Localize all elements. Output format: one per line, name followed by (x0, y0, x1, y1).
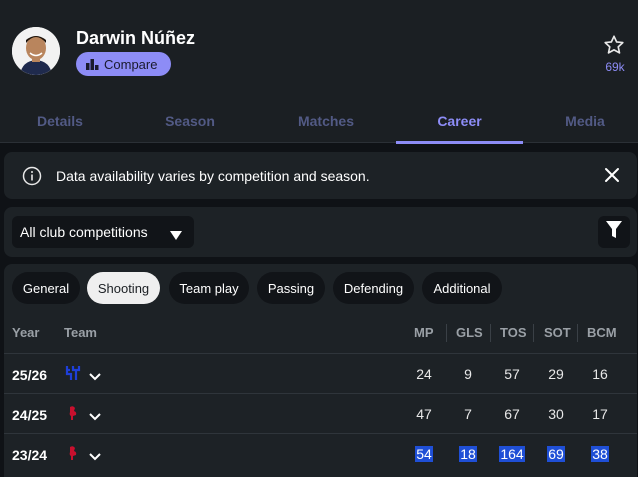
follower-count: 69k (605, 60, 625, 74)
cell-tos: 57 (504, 366, 520, 382)
tab-career[interactable]: Career (396, 98, 523, 144)
tab-media[interactable]: Media (540, 98, 630, 143)
star-icon[interactable] (603, 34, 625, 56)
caret-down-icon (170, 227, 182, 243)
compare-label: Compare (104, 56, 158, 72)
cell-value: 38 (591, 446, 609, 462)
header-bcm[interactable]: BCM (587, 325, 617, 340)
cell-sot: 30 (548, 406, 564, 422)
filter-icon (606, 220, 622, 244)
cell-tos: 164 (495, 446, 529, 462)
notice-text: Data availability varies by competition … (56, 168, 370, 184)
table-row[interactable]: 23/24 54 18 164 69 38 (4, 433, 637, 473)
data-availability-notice: Data availability varies by competition … (4, 152, 637, 199)
player-header: Darwin Núñez Compare 69k Details Season … (0, 0, 638, 144)
chevron-down-icon[interactable] (89, 368, 101, 386)
competition-select-value: All club competitions (20, 224, 148, 240)
stat-tab-defending[interactable]: Defending (333, 272, 414, 304)
cell-gls: 9 (464, 366, 472, 382)
cell-mp: 24 (416, 366, 432, 382)
close-icon[interactable] (604, 167, 620, 188)
cell-mp: 47 (416, 406, 432, 422)
filter-bar: All club competitions (4, 207, 637, 257)
cell-mp: 54 (407, 446, 441, 462)
row-year: 25/26 (12, 367, 48, 383)
table-header: Year Team MP GLS TOS SOT BCM (4, 322, 637, 344)
filter-button[interactable] (598, 216, 630, 248)
player-avatar (12, 27, 60, 75)
cell-value: 54 (415, 446, 433, 462)
liverpool-crest-icon (64, 444, 82, 462)
profile-tabs: Details Season Matches Career Media (0, 98, 638, 144)
competition-select[interactable]: All club competitions (12, 216, 194, 248)
row-year: 24/25 (12, 407, 48, 423)
cell-tos: 67 (504, 406, 520, 422)
compare-icon (86, 58, 99, 70)
cell-sot: 29 (548, 366, 564, 382)
header-sot[interactable]: SOT (544, 325, 571, 340)
header-team: Team (64, 325, 97, 340)
tab-season[interactable]: Season (130, 98, 250, 143)
tab-matches[interactable]: Matches (266, 98, 386, 143)
table-row[interactable]: 24/25 47 7 67 30 17 (4, 393, 637, 433)
table-row[interactable]: 25/26 24 9 57 29 16 (4, 353, 637, 393)
header-year: Year (12, 325, 40, 340)
column-divider (533, 324, 534, 342)
cell-gls: 18 (451, 446, 485, 462)
column-divider (446, 324, 447, 342)
liverpool-crest-icon (64, 404, 82, 422)
info-icon (22, 166, 42, 186)
header-tos[interactable]: TOS (500, 325, 527, 340)
cell-sot: 69 (539, 446, 573, 462)
stat-tab-passing[interactable]: Passing (257, 272, 325, 304)
al-hilal-crest-icon (64, 364, 82, 382)
chevron-down-icon[interactable] (89, 448, 101, 466)
cell-bcm: 38 (583, 446, 617, 462)
stat-tab-general[interactable]: General (12, 272, 80, 304)
stat-tab-team-play[interactable]: Team play (169, 272, 249, 304)
header-mp[interactable]: MP (414, 325, 434, 340)
cell-value: 164 (499, 446, 525, 462)
stat-tab-additional[interactable]: Additional (422, 272, 502, 304)
tab-details[interactable]: Details (0, 98, 120, 143)
player-name: Darwin Núñez (76, 28, 196, 48)
cell-value: 18 (459, 446, 477, 462)
chevron-down-icon[interactable] (89, 408, 101, 426)
compare-button[interactable]: Compare (76, 52, 172, 76)
column-divider (577, 324, 578, 342)
cell-gls: 7 (464, 406, 472, 422)
column-divider (490, 324, 491, 342)
cell-value: 69 (547, 446, 565, 462)
stat-tab-shooting[interactable]: Shooting (87, 272, 160, 304)
cell-bcm: 16 (592, 366, 608, 382)
career-stats-panel: General Shooting Team play Passing Defen… (4, 264, 637, 477)
cell-bcm: 17 (592, 406, 608, 422)
header-gls[interactable]: GLS (456, 325, 483, 340)
row-year: 23/24 (12, 447, 48, 463)
